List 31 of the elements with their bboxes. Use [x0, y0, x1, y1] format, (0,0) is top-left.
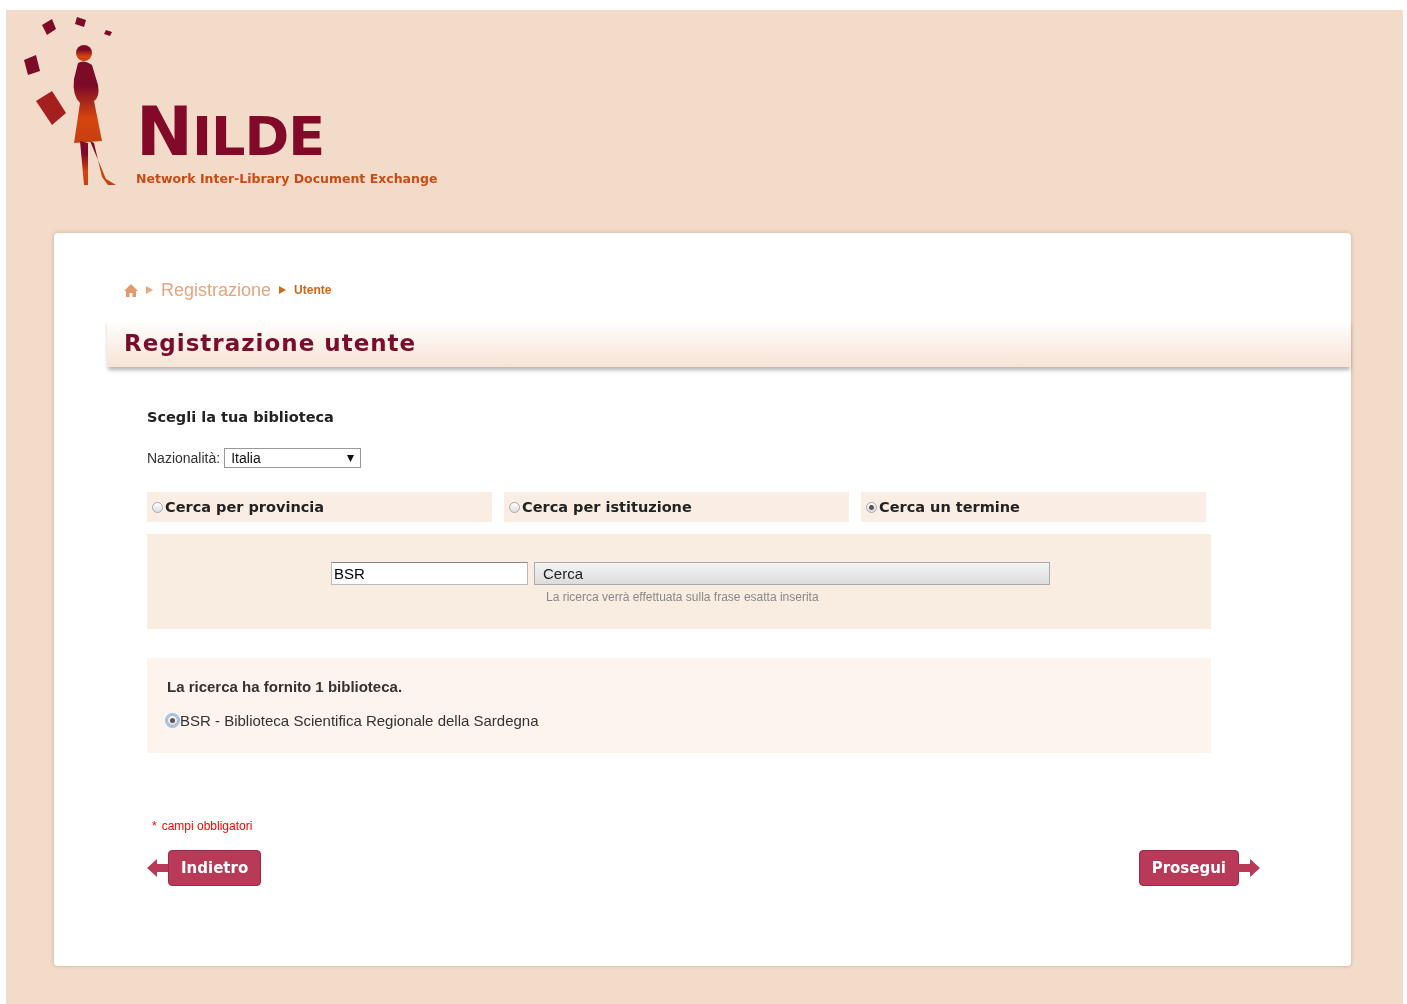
hint-text: La ricerca verrà effettuata sulla frase esatta inserita — [545, 590, 820, 604]
option-label: Cerca per istituzione — [522, 499, 692, 515]
option-label: Cerca per provincia — [165, 499, 325, 515]
logo-title: NILDE — [136, 102, 326, 167]
right-arrow-icon — [1238, 859, 1260, 877]
triangle-icon — [279, 286, 287, 294]
search-field[interactable]: BSR — [331, 562, 528, 585]
field-label: Nazionalità: — [147, 450, 221, 466]
logo-subtitle: Network Inter-Library Document Exchange — [136, 171, 438, 186]
page-title: Registrazione utente — [124, 330, 417, 356]
radio-button[interactable] — [509, 501, 520, 513]
option-label: Cerca un termine — [879, 499, 1020, 515]
search-mode-option[interactable]: Cerca per istituzione — [504, 492, 849, 522]
option-label: BSR - Biblioteca Scientifica Regionale della Sardegna — [180, 712, 539, 729]
caret-icon — [347, 454, 355, 462]
search-mode-option[interactable]: Cerca per provincia — [147, 492, 492, 522]
asterisk: * — [152, 819, 157, 833]
radio-button[interactable] — [152, 501, 163, 513]
results-summary: La ricerca ha fornito 1 biblioteca. — [167, 678, 404, 695]
radio-button[interactable] — [866, 501, 877, 513]
breadcrumb-link[interactable]: Utente — [294, 283, 332, 297]
radio-button[interactable] — [167, 715, 178, 726]
search-mode-option[interactable]: Cerca un termine — [861, 492, 1206, 522]
result-option[interactable]: BSR - Biblioteca Scientifica Regionale della Sardegna — [167, 712, 1211, 729]
search-button[interactable]: Cerca — [534, 562, 1050, 585]
section-title: Scegli la tua biblioteca — [147, 409, 335, 425]
triangle-icon — [146, 286, 153, 294]
left-arrow-icon — [147, 859, 169, 877]
home-icon — [124, 283, 138, 297]
required-note: campi obbligatori — [161, 819, 253, 833]
nationality-dropdown[interactable]: Italia — [224, 448, 362, 468]
